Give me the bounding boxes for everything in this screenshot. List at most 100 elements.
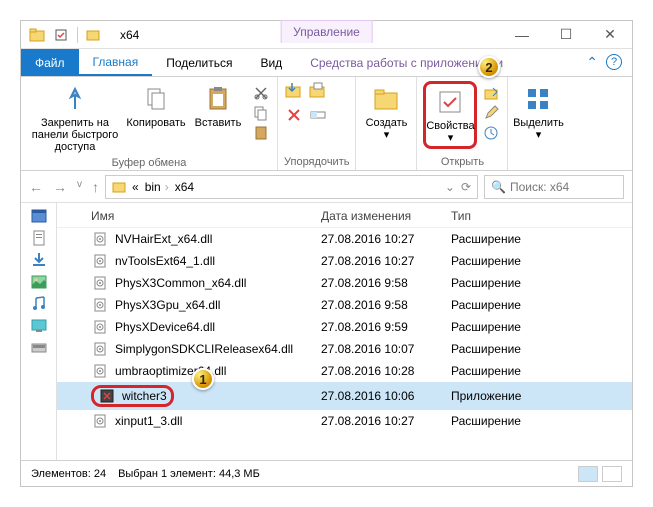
file-row[interactable]: umbraoptimizer64.dll27.08.2016 10:28Расш… <box>57 360 632 382</box>
file-type: Расширение <box>451 232 622 246</box>
file-row[interactable]: PhysXDevice64.dll27.08.2016 9:59Расширен… <box>57 316 632 338</box>
minimize-button[interactable]: — <box>500 21 544 49</box>
collapse-ribbon-icon[interactable]: ⌃ <box>586 54 598 71</box>
breadcrumb-bin[interactable]: bin › <box>145 180 169 194</box>
file-row[interactable]: PhysX3Gpu_x64.dll27.08.2016 9:58Расширен… <box>57 294 632 316</box>
column-date[interactable]: Дата изменения <box>321 209 451 223</box>
window-title: x64 <box>120 28 139 42</box>
pin-quick-access-button[interactable]: Закрепить на панели быстрого доступа <box>27 81 123 155</box>
select-label: Выделить <box>513 117 564 129</box>
open-group-label: Открыть <box>423 156 501 168</box>
file-date: 27.08.2016 9:58 <box>321 276 451 290</box>
ribbon-tabs: Файл Главная Поделиться Вид Средства раб… <box>21 49 632 77</box>
file-list[interactable]: NVHairExt_x64.dll27.08.2016 10:27Расшире… <box>57 228 632 460</box>
file-date: 27.08.2016 10:28 <box>321 364 451 378</box>
properties-qat-icon[interactable] <box>53 27 69 43</box>
copy-button[interactable]: Копировать <box>127 81 185 131</box>
recent-dropdown-icon[interactable]: v <box>77 179 82 195</box>
maximize-button[interactable]: ☐ <box>544 21 588 49</box>
sidebar-item-downloads[interactable] <box>30 251 48 269</box>
delete-icon[interactable] <box>284 105 304 125</box>
file-date: 27.08.2016 10:27 <box>321 232 451 246</box>
sidebar-item-disk[interactable] <box>30 339 48 357</box>
callout-badge-1: 1 <box>192 368 214 390</box>
view-large-icons-button[interactable] <box>602 466 622 482</box>
file-date: 27.08.2016 10:27 <box>321 414 451 428</box>
sidebar-item-music[interactable] <box>30 295 48 313</box>
breadcrumb-sep: « <box>132 180 139 194</box>
qat-divider <box>77 27 78 43</box>
file-name: PhysXDevice64.dll <box>115 320 215 334</box>
file-row[interactable]: xinput1_3.dll27.08.2016 10:27Расширение <box>57 410 632 432</box>
copy-label: Копировать <box>126 117 185 129</box>
folder-small-icon <box>86 28 100 42</box>
tab-view[interactable]: Вид <box>246 51 296 75</box>
refresh-icon[interactable]: ⟳ <box>461 180 471 194</box>
paste-shortcut-icon[interactable] <box>253 125 269 141</box>
sidebar-item-videos[interactable] <box>30 207 48 225</box>
file-date: 27.08.2016 9:58 <box>321 298 451 312</box>
file-row[interactable]: witcher3 27.08.2016 10:06Приложение <box>57 382 632 410</box>
file-name: xinput1_3.dll <box>115 414 182 428</box>
paste-label: Вставить <box>195 117 242 129</box>
file-date: 27.08.2016 10:06 <box>321 389 451 403</box>
file-row[interactable]: NVHairExt_x64.dll27.08.2016 10:27Расшире… <box>57 228 632 250</box>
file-name: nvToolsExt64_1.dll <box>115 254 215 268</box>
file-row[interactable]: PhysX3Common_x64.dll27.08.2016 9:58Расши… <box>57 272 632 294</box>
help-icon[interactable]: ? <box>606 54 622 70</box>
dll-icon <box>91 319 109 335</box>
clipboard-group-label: Буфер обмена <box>27 157 271 169</box>
search-input[interactable]: 🔍 Поиск: x64 <box>484 175 624 199</box>
new-folder-button[interactable]: Создать▾ <box>362 81 410 143</box>
move-to-icon[interactable] <box>284 81 304 101</box>
view-details-button[interactable] <box>578 466 598 482</box>
dll-icon <box>91 413 109 429</box>
file-name: witcher3 <box>122 389 167 403</box>
tab-home[interactable]: Главная <box>79 50 153 76</box>
address-bar[interactable]: « bin › x64 ⌄ ⟳ <box>105 175 478 199</box>
folder-icon <box>29 27 45 43</box>
callout-badge-2: 2 <box>478 56 500 78</box>
file-name: PhysX3Gpu_x64.dll <box>115 298 220 312</box>
contextual-tab-header: Управление <box>280 20 373 43</box>
close-button[interactable]: ✕ <box>588 21 632 49</box>
forward-button[interactable]: → <box>53 179 67 195</box>
search-placeholder: Поиск: x64 <box>510 180 569 194</box>
open-icon[interactable] <box>483 85 499 101</box>
search-icon: 🔍 <box>491 180 506 194</box>
dll-icon <box>91 363 109 379</box>
file-row[interactable]: nvToolsExt64_1.dll27.08.2016 10:27Расшир… <box>57 250 632 272</box>
ribbon-group-new: Создать▾ <box>356 77 417 170</box>
sidebar-item-desktop[interactable] <box>30 317 48 335</box>
up-button[interactable]: ↑ <box>92 179 99 195</box>
file-type: Расширение <box>451 320 622 334</box>
folder-icon <box>112 180 126 194</box>
rename-icon[interactable] <box>308 105 328 125</box>
sidebar-item-pictures[interactable] <box>30 273 48 291</box>
ribbon: Закрепить на панели быстрого доступа Коп… <box>21 77 632 171</box>
edit-icon[interactable] <box>483 105 499 121</box>
explorer-window: x64 — ☐ ✕ Управление Файл Главная Подели… <box>20 20 633 487</box>
tab-share[interactable]: Поделиться <box>152 51 246 75</box>
sidebar-item-documents[interactable] <box>30 229 48 247</box>
properties-button[interactable]: Свойства▾ <box>423 81 477 149</box>
select-button[interactable]: Выделить▾ <box>514 81 562 143</box>
file-row[interactable]: SimplygonSDKCLIReleasex64.dll27.08.2016 … <box>57 338 632 360</box>
file-type: Приложение <box>451 389 622 403</box>
address-dropdown-icon[interactable]: ⌄ <box>445 180 455 194</box>
breadcrumb-x64[interactable]: x64 <box>175 180 194 194</box>
file-type: Расширение <box>451 364 622 378</box>
status-bar: Элементов: 24 Выбран 1 элемент: 44,3 МБ <box>21 460 632 486</box>
copy-to-icon[interactable] <box>308 81 328 101</box>
back-button[interactable]: ← <box>29 179 43 195</box>
history-icon[interactable] <box>483 125 499 141</box>
navigation-pane <box>21 203 57 460</box>
tab-file[interactable]: Файл <box>21 49 79 76</box>
copy-path-icon[interactable] <box>253 105 269 121</box>
column-type[interactable]: Тип <box>451 209 622 223</box>
dll-icon <box>91 297 109 313</box>
paste-button[interactable]: Вставить <box>189 81 247 131</box>
cut-icon[interactable] <box>253 85 269 101</box>
column-name[interactable]: Имя <box>91 209 321 223</box>
ribbon-group-organize: Упорядочить <box>278 77 356 170</box>
